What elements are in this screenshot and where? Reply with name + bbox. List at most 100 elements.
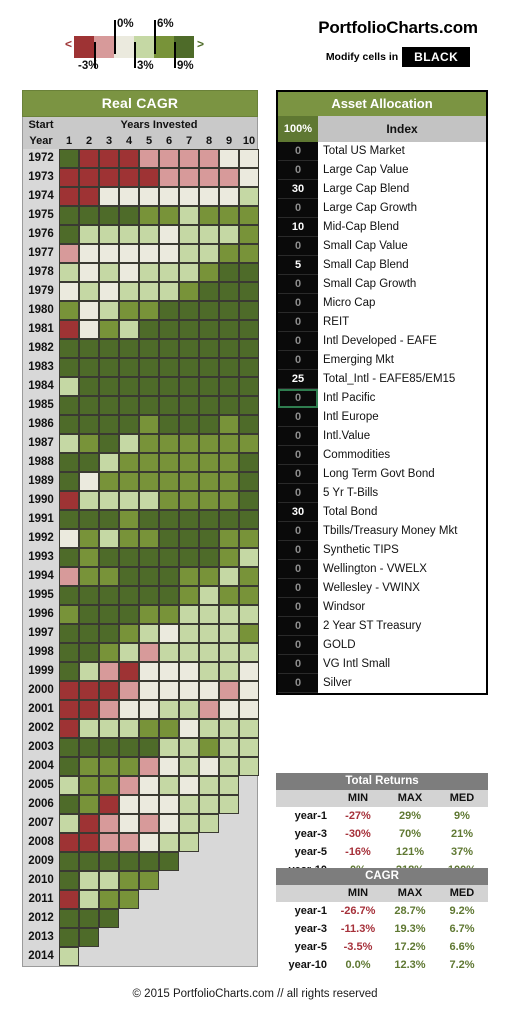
heatmap-cell — [119, 187, 139, 206]
allocation-row[interactable]: 30 Large Cap Blend — [278, 180, 486, 199]
heatmap-cell — [219, 396, 239, 415]
allocation-value-input[interactable]: 10 — [278, 218, 318, 237]
heatmap-cell — [199, 472, 219, 491]
cagr-stats-med-value: 6.7% — [449, 923, 475, 935]
allocation-value-input[interactable]: 0 — [278, 237, 318, 256]
allocation-value-input[interactable]: 0 — [278, 655, 318, 674]
heatmap-cell — [59, 586, 79, 605]
allocation-row[interactable]: 0 Commodities — [278, 446, 486, 465]
heatmap-cell — [219, 529, 239, 548]
allocation-value-input[interactable]: 0 — [278, 427, 318, 446]
allocation-value-input[interactable]: 0 — [278, 294, 318, 313]
allocation-row[interactable]: 0 Synthetic TIPS — [278, 541, 486, 560]
allocation-row[interactable]: 0 Tbills/Treasury Money Mkt — [278, 522, 486, 541]
row-label-1983: 1983 — [23, 358, 59, 377]
heatmap-cell — [159, 510, 179, 529]
allocation-value-input[interactable]: 0 — [278, 541, 318, 560]
col-header-year-3: 3 — [105, 135, 113, 147]
cagr-stats-max-value: 12.3% — [394, 959, 426, 971]
heatmap-cell — [159, 320, 179, 339]
allocation-row[interactable]: 0 Intl Developed - EAFE — [278, 332, 486, 351]
heatmap-cell — [179, 776, 199, 795]
allocation-row[interactable]: 0 Intl Europe — [278, 408, 486, 427]
allocation-row[interactable]: 0 GOLD — [278, 636, 486, 655]
row-label-2001: 2001 — [23, 700, 59, 719]
allocation-value-input[interactable]: 30 — [278, 180, 318, 199]
allocation-value-input[interactable]: 0 — [278, 579, 318, 598]
allocation-row[interactable]: 0 Intl.Value — [278, 427, 486, 446]
heatmap-cell — [59, 662, 79, 681]
allocation-row[interactable]: 30 Total Bond — [278, 503, 486, 522]
allocation-value-input[interactable]: 0 — [278, 161, 318, 180]
allocation-value-input[interactable]: 0 — [278, 598, 318, 617]
allocation-row[interactable]: 02 Year ST Treasury — [278, 617, 486, 636]
allocation-row[interactable]: 0 Emerging Mkt — [278, 351, 486, 370]
allocation-row[interactable]: 0 Long Term Govt Bond — [278, 465, 486, 484]
allocation-value-input[interactable]: 0 — [278, 351, 318, 370]
heatmap-cell — [59, 776, 79, 795]
allocation-value-input[interactable]: 0 — [278, 674, 318, 693]
allocation-row[interactable]: 0 Large Cap Growth — [278, 199, 486, 218]
heatmap-cell — [59, 700, 79, 719]
total-returns-max-value: 70% — [398, 828, 422, 840]
heatmap-cell — [159, 757, 179, 776]
cagr-stats-min-value: -11.3% — [340, 923, 376, 935]
heatmap-cell — [179, 757, 199, 776]
allocation-value-input[interactable]: 0 — [278, 408, 318, 427]
allocation-value-input[interactable]: 0 — [278, 199, 318, 218]
heatmap-cell — [139, 833, 159, 852]
heatmap-cell — [219, 377, 239, 396]
allocation-row[interactable]: 10 Mid-Cap Blend — [278, 218, 486, 237]
heatmap-cell-empty — [219, 890, 239, 909]
allocation-row[interactable]: 0 Small Cap Value — [278, 237, 486, 256]
heatmap-cell — [139, 719, 159, 738]
allocation-value-input[interactable]: 0 — [278, 389, 318, 408]
heatmap-cell — [139, 472, 159, 491]
allocation-row[interactable]: 0 Total US Market — [278, 142, 486, 161]
allocation-row[interactable]: 0 Windsor — [278, 598, 486, 617]
allocation-row[interactable]: 0 Wellesley - VWINX — [278, 579, 486, 598]
allocation-row[interactable]: 5 Small Cap Blend — [278, 256, 486, 275]
allocation-value-input[interactable]: 0 — [278, 332, 318, 351]
allocation-value-input[interactable]: 0 — [278, 275, 318, 294]
allocation-index-name: 5 Yr T-Bills — [318, 484, 486, 503]
allocation-row[interactable]: 0 Micro Cap — [278, 294, 486, 313]
allocation-row[interactable]: 0 Silver — [278, 674, 486, 693]
allocation-value-input[interactable]: 0 — [278, 484, 318, 503]
allocation-index-name: Synthetic TIPS — [318, 541, 486, 560]
allocation-value-input[interactable]: 0 — [278, 446, 318, 465]
heatmap-cell — [139, 282, 159, 301]
cagr-stats-row-label: year-1 — [294, 905, 327, 917]
heatmap-cell-empty — [219, 928, 239, 947]
allocation-value-input[interactable]: 0 — [278, 522, 318, 541]
allocation-row[interactable]: 25 Total_Intl - EAFE85/EM15 — [278, 370, 486, 389]
allocation-row[interactable]: 0 Wellington - VWELX — [278, 560, 486, 579]
allocation-value-input[interactable]: 0 — [278, 313, 318, 332]
allocation-value-input[interactable]: 30 — [278, 503, 318, 522]
allocation-value-input[interactable]: 0 — [278, 636, 318, 655]
heatmap-cell — [199, 244, 219, 263]
heatmap-cell — [159, 852, 179, 871]
allocation-value-input[interactable]: 0 — [278, 142, 318, 161]
site-title: PortfolioCharts.com — [318, 18, 478, 37]
allocation-row[interactable]: 0 REIT — [278, 313, 486, 332]
allocation-row[interactable]: 0 Intl Pacific — [278, 389, 486, 408]
allocation-value-input[interactable]: 0 — [278, 617, 318, 636]
heatmap-cell — [79, 681, 99, 700]
allocation-row[interactable]: 0 Large Cap Value — [278, 161, 486, 180]
heatmap-cell — [219, 700, 239, 719]
allocation-value-input[interactable]: 25 — [278, 370, 318, 389]
allocation-row[interactable]: 05 Yr T-Bills — [278, 484, 486, 503]
allocation-row[interactable]: 0 Small Cap Growth — [278, 275, 486, 294]
heatmap-cell — [199, 719, 219, 738]
heatmap-cell — [239, 719, 259, 738]
allocation-value-input[interactable]: 5 — [278, 256, 318, 275]
heatmap-cell — [79, 871, 99, 890]
heatmap-cell — [199, 282, 219, 301]
total-returns-title: Total Returns — [276, 773, 488, 790]
allocation-value-input[interactable]: 0 — [278, 560, 318, 579]
legend-label-3: 3% — [137, 60, 154, 72]
allocation-value-input[interactable]: 0 — [278, 465, 318, 484]
allocation-row[interactable]: 0 VG Intl Small — [278, 655, 486, 674]
heatmap-cell — [179, 206, 199, 225]
